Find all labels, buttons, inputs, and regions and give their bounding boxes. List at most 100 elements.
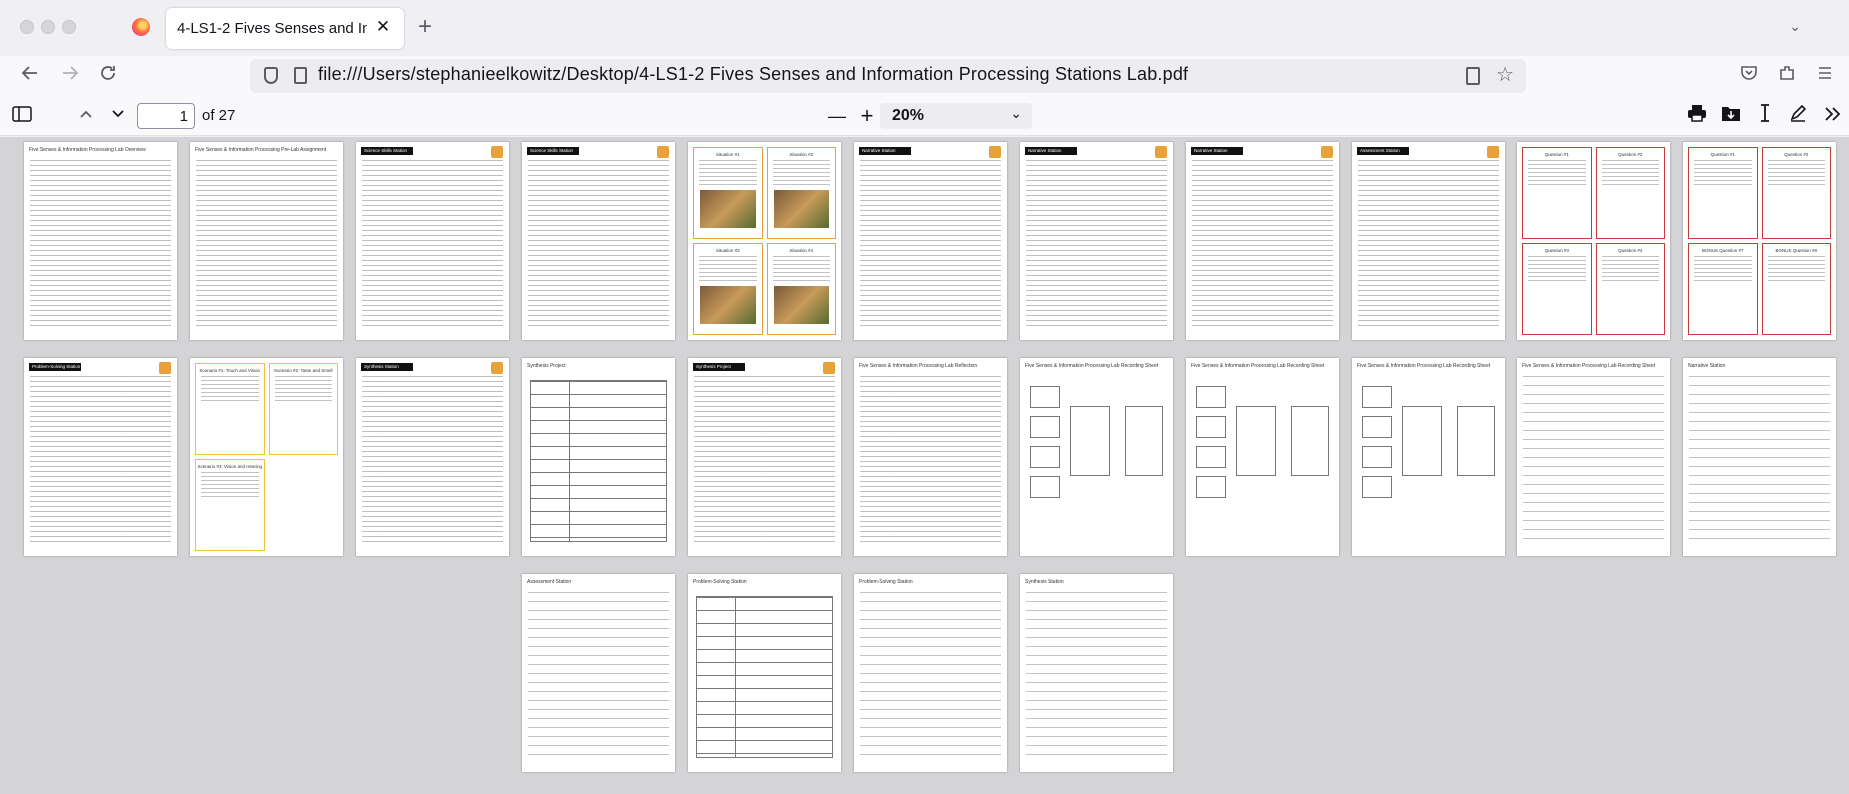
task-card: Question #2 — [1761, 147, 1831, 239]
page-thumbnail[interactable]: Five Senses & Information Processing Lab… — [24, 142, 177, 340]
page-heading: Problem-Solving Station — [859, 579, 913, 585]
page-thumbnail[interactable]: Science Skills Station — [522, 142, 675, 340]
page-number-input[interactable] — [137, 103, 195, 129]
task-card-label: Question #1 — [1544, 152, 1569, 157]
forward-arrow-icon[interactable] — [56, 62, 84, 90]
address-bar[interactable]: file:///Users/stephanieelkowitz/Desktop/… — [250, 59, 1526, 93]
page-thumbnail[interactable]: Question #1 Question #2 Question #3 Questio… — [1517, 142, 1670, 340]
task-card-label: Situation #4 — [789, 248, 814, 253]
url-text[interactable]: file:///Users/stephanieelkowitz/Desktop/… — [318, 64, 1188, 85]
page-thumbnail[interactable]: Science Skills Station — [356, 142, 509, 340]
page-thumbnail[interactable]: Five Senses & Information Processing Lab… — [1517, 358, 1670, 556]
more-tools-icon[interactable] — [1822, 103, 1844, 129]
save-icon[interactable] — [1718, 103, 1744, 129]
page-thumbnail[interactable]: Synthesis Station — [1020, 574, 1173, 772]
tracking-protection-icon[interactable] — [264, 67, 278, 84]
station-banner: Science Skills Station — [361, 147, 413, 155]
task-card: Question #2 — [1595, 147, 1665, 239]
page-text-lines — [362, 160, 503, 328]
station-icon — [1155, 146, 1167, 158]
recording-box — [1402, 406, 1442, 476]
page-thumbnail[interactable]: Situation #1 Situation #2 Situation #3 Situ… — [688, 142, 841, 340]
page-thumbnail[interactable]: Five Senses & Information Processing Lab… — [1186, 358, 1339, 556]
tab-active-pdf[interactable]: 4-LS1-2 Fives Senses and Information Pro… — [166, 8, 404, 49]
task-card-text — [772, 160, 830, 186]
task-card: Scenario #3: Vision and Hearing — [195, 459, 265, 551]
card-grid: Question #1 Question #2 BONUS Question #7 B… — [1688, 147, 1831, 335]
page-thumbnail[interactable]: Narrative Station — [1020, 142, 1173, 340]
page-heading: Assessment Station — [527, 579, 572, 585]
close-icon[interactable]: ✕ — [372, 16, 394, 38]
page-thumbnail[interactable]: Narrative Station — [854, 142, 1007, 340]
zoom-select[interactable]: 20% ⌄ — [880, 103, 1032, 129]
recording-boxes — [1362, 386, 1495, 506]
task-card: Question #1 — [1688, 147, 1758, 239]
page-thumbnail[interactable]: Problem-Solving Station — [854, 574, 1007, 772]
task-card: Situation #4 — [766, 243, 836, 335]
reload-icon[interactable] — [94, 62, 122, 90]
page-text-lines — [528, 160, 669, 328]
page-info-icon[interactable] — [294, 67, 307, 84]
task-card-text — [201, 376, 259, 402]
list-tabs-button[interactable]: ⌄ — [1789, 18, 1801, 35]
reader-view-icon[interactable] — [1466, 67, 1480, 85]
recording-box — [1362, 446, 1392, 468]
task-card: BONUS Question #8 — [1761, 243, 1831, 335]
new-tab-button[interactable]: + — [418, 14, 432, 40]
zoom-out-button[interactable]: — — [826, 103, 848, 129]
station-banner: Science Skills Station — [527, 147, 579, 155]
page-thumbnail[interactable]: Question #1 Question #2 BONUS Question #7 B… — [1683, 142, 1836, 340]
page-thumbnail[interactable]: Synthesis Project — [522, 358, 675, 556]
task-card-text — [1767, 160, 1825, 186]
page-thumbnail[interactable]: Narrative Station — [1186, 142, 1339, 340]
print-icon[interactable] — [1684, 103, 1710, 129]
page-thumbnail[interactable]: Synthesis Station — [356, 358, 509, 556]
menu-icon[interactable] — [1816, 64, 1834, 89]
page-thumbnail[interactable]: Narrative Station — [1683, 358, 1836, 556]
page-thumbnail[interactable]: Assessment Station — [1352, 142, 1505, 340]
pdf-viewer[interactable]: Five Senses & Information Processing Lab… — [0, 137, 1849, 794]
task-card-text — [772, 256, 830, 282]
page-thumbnail[interactable]: Five Senses & Information Processing Lab… — [1352, 358, 1505, 556]
page-thumbnail[interactable]: Five Senses & Information Processing Lab… — [1020, 358, 1173, 556]
back-arrow-icon[interactable] — [16, 62, 44, 90]
page-heading: Synthesis Project — [527, 363, 566, 369]
previous-page-icon[interactable] — [76, 103, 96, 129]
page-thumbnail[interactable]: Five Senses & Information Processing Pre… — [190, 142, 343, 340]
sidebar-toggle-icon[interactable] — [10, 103, 34, 129]
page-thumbnail[interactable]: Five Senses & Information Processing Lab… — [854, 358, 1007, 556]
card-grid: Question #1 Question #2 Question #3 Questio… — [1522, 147, 1665, 335]
extensions-icon[interactable] — [1778, 64, 1796, 89]
recording-box — [1457, 406, 1495, 476]
tab-title: 4-LS1-2 Fives Senses and Information Pro… — [177, 20, 367, 37]
situation-photo — [773, 286, 829, 324]
zoom-in-button[interactable]: + — [856, 103, 878, 129]
station-icon — [1321, 146, 1333, 158]
page-heading: Five Senses & Information Processing Lab… — [29, 147, 146, 153]
page-thumbnail[interactable]: Problem-Solving Station — [688, 574, 841, 772]
page-thumbnail[interactable]: Scenario #1: Touch and Vision Scenario #2… — [190, 358, 343, 556]
task-card: Situation #3 — [693, 243, 763, 335]
station-icon — [491, 362, 503, 374]
firefox-view-icon[interactable] — [132, 18, 150, 36]
card-grid: Scenario #1: Touch and Vision Scenario #2… — [195, 363, 338, 551]
page-thumbnail[interactable]: Problem-Solving Station — [24, 358, 177, 556]
page-heading: Problem-Solving Station — [693, 579, 747, 585]
page-thumbnail[interactable]: Synthesis Project — [688, 358, 841, 556]
task-card: BONUS Question #7 — [1688, 243, 1758, 335]
next-page-icon[interactable] — [108, 103, 128, 129]
recording-box — [1030, 416, 1060, 438]
minimize-window-button[interactable] — [41, 20, 55, 34]
page-thumbnail[interactable]: Assessment Station — [522, 574, 675, 772]
page-text-lines — [362, 376, 503, 544]
pocket-icon[interactable] — [1740, 64, 1758, 89]
close-window-button[interactable] — [20, 20, 34, 34]
text-tool-icon[interactable] — [1754, 103, 1776, 129]
bookmark-star-icon[interactable]: ☆ — [1496, 63, 1514, 87]
station-icon — [159, 362, 171, 374]
draw-pen-icon[interactable] — [1786, 103, 1810, 129]
task-card: Situation #1 — [693, 147, 763, 239]
task-card-label: Scenario #3: Vision and Hearing — [197, 464, 262, 469]
station-icon — [657, 146, 669, 158]
zoom-window-button[interactable] — [62, 20, 76, 34]
